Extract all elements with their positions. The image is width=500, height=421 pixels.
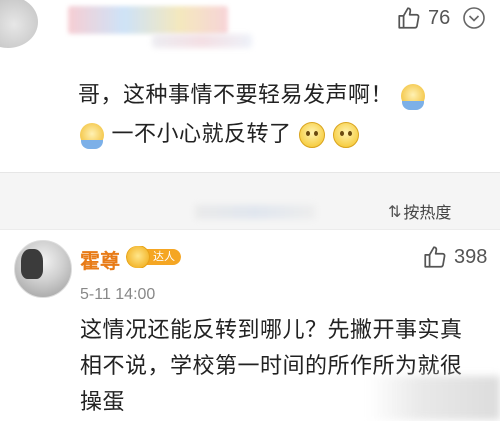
timestamp: 5-11 14:00: [80, 286, 156, 303]
username[interactable]: 霍尊: [80, 245, 120, 274]
like-count: 398: [454, 245, 488, 268]
thumb-up-icon: [396, 5, 422, 31]
comment-text: 哥，这种事情不要轻易发声啊！: [78, 76, 498, 116]
avatar[interactable]: [14, 240, 72, 298]
sad-emoji-icon: [299, 122, 326, 148]
comment-line: 一不小心就反转了: [111, 122, 292, 147]
username-blurred[interactable]: [68, 6, 228, 34]
meta-blurred: [152, 34, 252, 48]
dog-emoji-icon: [80, 123, 104, 149]
comment-line: 哥，这种事情不要轻易发声啊！: [78, 83, 394, 108]
avatar[interactable]: [0, 0, 38, 48]
watermark-blur: [368, 376, 500, 420]
comment-text-line2: 一不小心就反转了: [80, 115, 359, 155]
thumb-up-icon: [422, 244, 448, 270]
sort-label: 按热度: [403, 203, 452, 222]
like-button[interactable]: 76: [396, 5, 450, 31]
blurred-text: [195, 205, 315, 219]
chevron-down-icon[interactable]: [462, 6, 486, 30]
dog-emoji-icon: [400, 84, 425, 110]
user-badge[interactable]: 达人: [126, 246, 181, 268]
sort-button[interactable]: ⇅ 按热度: [388, 199, 451, 223]
sad-emoji-icon: [332, 122, 359, 148]
badge-icon: [126, 246, 150, 268]
sort-icon: ⇅: [388, 201, 402, 221]
like-button[interactable]: 398: [422, 244, 487, 270]
like-count: 76: [428, 6, 451, 29]
